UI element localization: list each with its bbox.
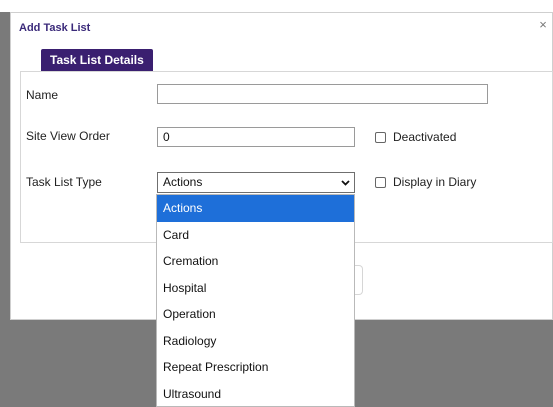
name-field[interactable] xyxy=(157,84,488,104)
deactivated-checkbox[interactable] xyxy=(375,132,386,143)
site-view-order-field[interactable] xyxy=(157,127,355,147)
top-band xyxy=(0,0,553,12)
site-view-order-label: Site View Order xyxy=(26,129,110,143)
display-in-diary-label: Display in Diary xyxy=(393,175,477,189)
name-label: Name xyxy=(26,88,59,102)
dropdown-option-cremation[interactable]: Cremation xyxy=(157,248,354,275)
dropdown-option-radiology[interactable]: Radiology xyxy=(157,328,354,355)
deactivated-label: Deactivated xyxy=(393,130,457,144)
task-list-type-selected-value: Actions xyxy=(163,175,203,189)
dropdown-option-card[interactable]: Card xyxy=(157,222,354,249)
dropdown-option-hospital[interactable]: Hospital xyxy=(157,275,354,302)
tab-task-list-details[interactable]: Task List Details xyxy=(41,49,153,71)
dropdown-option-repeat-prescription[interactable]: Repeat Prescription xyxy=(157,354,354,381)
task-list-type-dropdown[interactable]: Actions Card Cremation Hospital Operatio… xyxy=(156,194,355,407)
display-in-diary-checkbox[interactable] xyxy=(375,177,386,188)
footer-button-edge[interactable] xyxy=(355,265,363,295)
dropdown-option-operation[interactable]: Operation xyxy=(157,301,354,328)
dialog-title: Add Task List xyxy=(19,22,91,34)
task-list-type-label: Task List Type xyxy=(26,175,102,189)
dropdown-option-actions[interactable]: Actions xyxy=(157,195,354,222)
close-icon[interactable]: × xyxy=(536,18,550,32)
task-list-type-select[interactable]: Actions xyxy=(157,172,355,193)
dropdown-option-ultrasound[interactable]: Ultrasound xyxy=(157,381,354,407)
